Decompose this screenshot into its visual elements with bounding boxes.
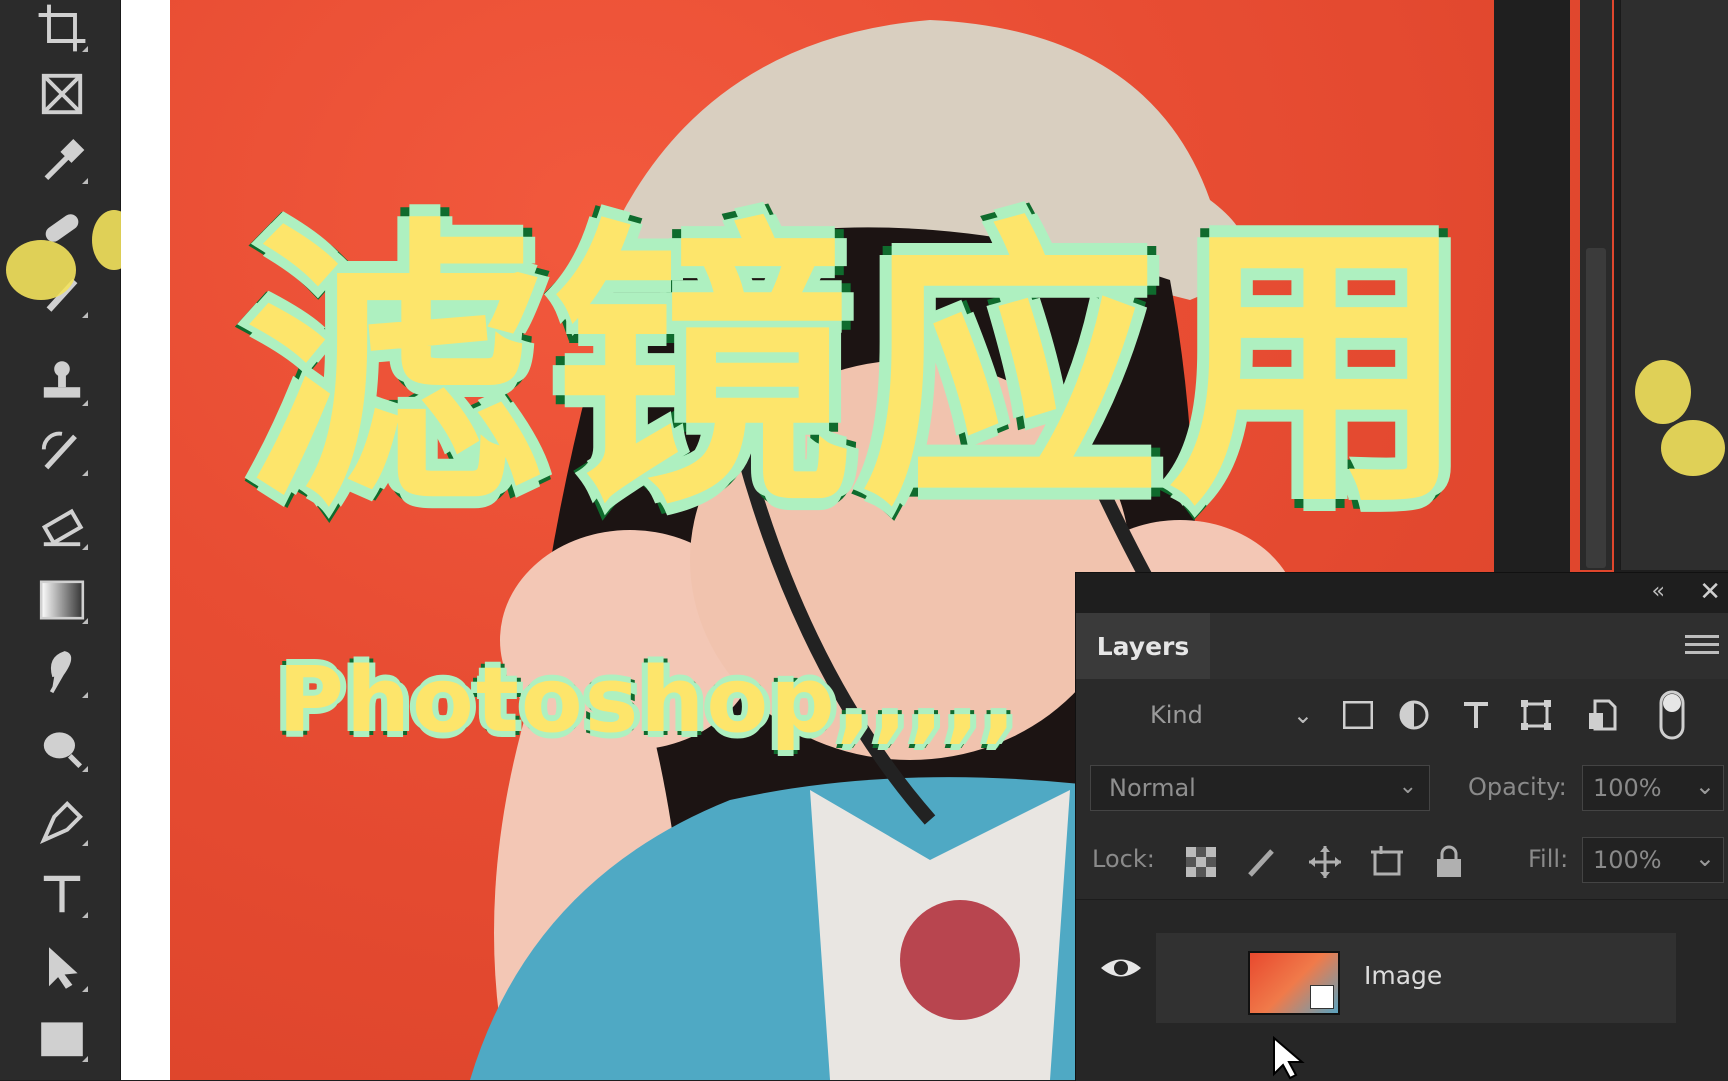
lock-pixels-icon[interactable] xyxy=(1240,839,1286,885)
pixel-filter-icon[interactable] xyxy=(1336,693,1380,737)
type-filter-icon[interactable] xyxy=(1454,693,1498,737)
history-brush-icon[interactable] xyxy=(34,424,90,480)
blend-mode-select[interactable]: Normal ⌄ xyxy=(1090,765,1430,811)
decor-sparkle xyxy=(1661,420,1725,476)
type-icon[interactable] xyxy=(34,866,90,922)
filter-kind-select[interactable]: Kind ⌄ xyxy=(1090,693,1313,737)
lock-label: Lock: xyxy=(1092,845,1155,873)
scrollbar-thumb[interactable] xyxy=(1586,248,1606,568)
panel-tabs: Layers xyxy=(1076,613,1728,679)
smart-object-filter-icon[interactable] xyxy=(1580,693,1624,737)
eyedropper-icon[interactable] xyxy=(34,132,90,188)
lock-row: Lock: Fill: 100% ⌄ xyxy=(1076,823,1728,900)
mouse-cursor-icon xyxy=(1273,1036,1305,1080)
filter-kind-label: Kind xyxy=(1150,701,1203,729)
frame-icon[interactable] xyxy=(34,66,90,122)
close-panel-button[interactable]: ✕ xyxy=(1699,577,1721,607)
smart-object-icon xyxy=(1310,985,1334,1009)
pen-icon[interactable] xyxy=(34,794,90,850)
gradient-icon[interactable] xyxy=(34,572,90,628)
decor-sparkle xyxy=(1635,360,1691,424)
opacity-value: 100% xyxy=(1593,774,1662,802)
opacity-field[interactable]: 100% ⌄ xyxy=(1582,765,1724,811)
tools-panel xyxy=(0,0,136,1080)
lock-artboard-icon[interactable] xyxy=(1364,839,1410,885)
blend-mode-value: Normal xyxy=(1109,774,1196,802)
dodge-icon[interactable] xyxy=(34,720,90,776)
decor-sparkle xyxy=(6,240,76,300)
layer-thumbnail xyxy=(1248,951,1340,1015)
panel-titlebar: « ✕ xyxy=(1076,573,1728,613)
chevron-down-icon: ⌄ xyxy=(1398,774,1417,799)
collapse-panel-button[interactable]: « xyxy=(1652,579,1665,604)
opacity-label: Opacity: xyxy=(1468,773,1567,801)
overlay-title: 滤镜应用 xyxy=(235,186,1477,553)
lock-position-icon[interactable] xyxy=(1302,839,1348,885)
eye-icon[interactable] xyxy=(1098,945,1144,991)
crop-icon[interactable] xyxy=(34,0,90,56)
filter-toggle-icon[interactable] xyxy=(1650,690,1694,740)
stamp-icon[interactable] xyxy=(34,354,90,410)
fill-label: Fill: xyxy=(1528,845,1569,873)
title-overlay: 滤镜应用 xyxy=(180,186,1540,553)
smudge-icon[interactable] xyxy=(34,646,90,702)
fill-field[interactable]: 100% ⌄ xyxy=(1582,837,1724,883)
tab-layers[interactable]: Layers xyxy=(1076,613,1210,679)
right-dock xyxy=(1620,0,1728,570)
chevron-down-icon: ⌄ xyxy=(1292,701,1313,729)
adjustment-filter-icon[interactable] xyxy=(1392,693,1436,737)
panel-menu-icon[interactable] xyxy=(1685,633,1719,659)
overlay-subtitle: Photoshop,,,,, xyxy=(274,644,1020,757)
chevron-down-icon[interactable]: ⌄ xyxy=(1695,772,1715,800)
rectangle-icon[interactable] xyxy=(34,1010,90,1066)
eraser-icon[interactable] xyxy=(34,498,90,554)
layer-name[interactable]: Image xyxy=(1364,961,1442,990)
fill-value: 100% xyxy=(1593,846,1662,874)
layers-panel: « ✕ Layers Kind ⌄ Normal ⌄ Opacity: 100%… xyxy=(1075,572,1728,1081)
lock-transparent-icon[interactable] xyxy=(1178,839,1224,885)
move-select-icon[interactable] xyxy=(34,940,90,996)
lock-all-icon[interactable] xyxy=(1426,839,1472,885)
shape-filter-icon[interactable] xyxy=(1514,693,1558,737)
chevron-down-icon[interactable]: ⌄ xyxy=(1695,844,1715,872)
layer-row[interactable]: Image xyxy=(1156,933,1676,1023)
layer-filter-row: Kind ⌄ xyxy=(1076,679,1728,752)
blend-row: Normal ⌄ Opacity: 100% ⌄ xyxy=(1076,751,1728,824)
